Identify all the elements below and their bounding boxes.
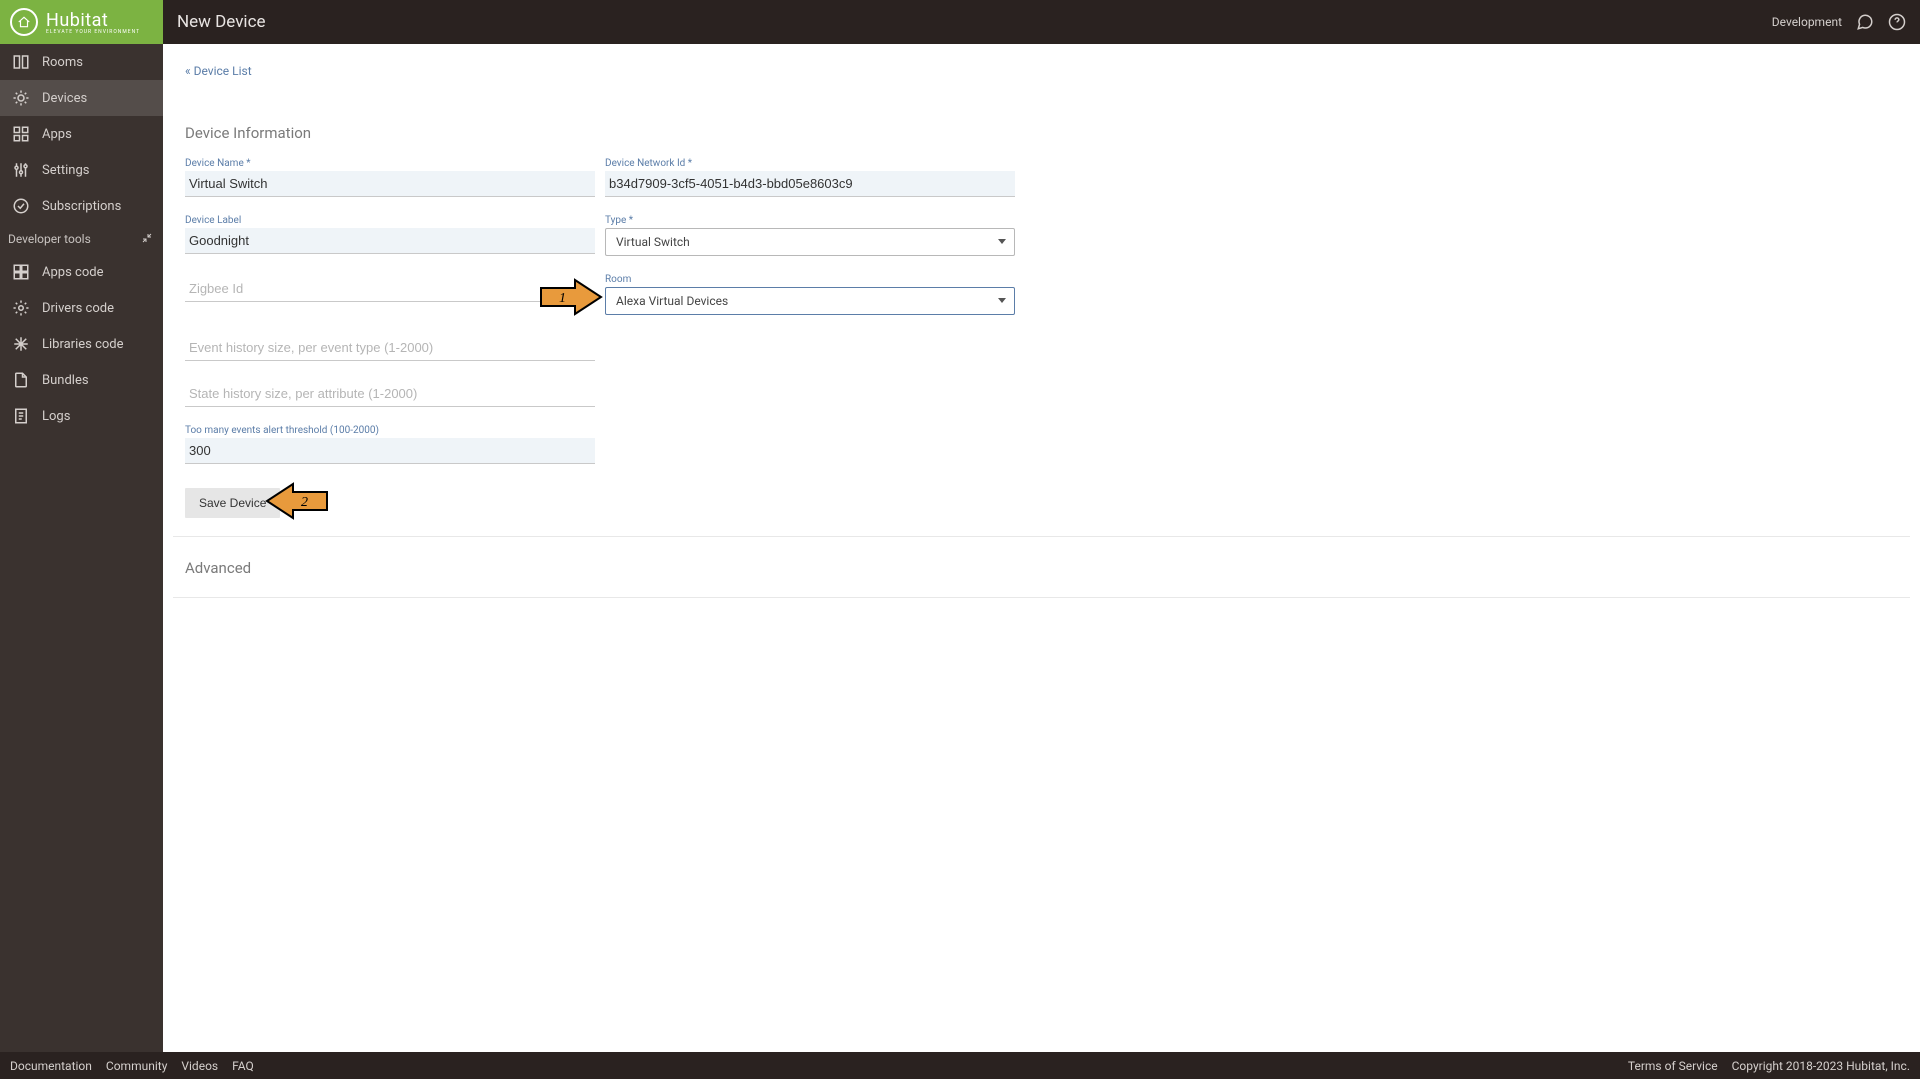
developer-tools-header[interactable]: Developer tools	[0, 224, 163, 254]
section-title: Device Information	[185, 124, 1898, 142]
sidebar-item-label: Devices	[42, 91, 87, 106]
device-name-label: Device Name *	[185, 158, 595, 169]
sidebar-item-label: Settings	[42, 163, 89, 178]
type-label: Type *	[605, 215, 1015, 226]
footer-link-community[interactable]: Community	[106, 1059, 167, 1073]
alert-threshold-label: Too many events alert threshold (100-200…	[185, 425, 595, 436]
sidebar-item-label: Logs	[42, 409, 70, 424]
settings-icon	[12, 161, 30, 179]
state-history-field	[185, 379, 595, 407]
room-field: Room Alexa Virtual Devices 1	[605, 274, 1015, 315]
zigbee-id-field	[185, 274, 595, 315]
apps-icon	[12, 125, 30, 143]
developer-tools-label: Developer tools	[8, 232, 91, 246]
alert-threshold-field: Too many events alert threshold (100-200…	[185, 425, 595, 464]
state-history-input[interactable]	[185, 381, 595, 407]
sidebar-item-rooms[interactable]: Rooms	[0, 44, 163, 80]
sidebar-item-label: Subscriptions	[42, 199, 121, 214]
form-grid: Device Name * Device Network Id * Device…	[185, 158, 1898, 464]
device-label-label: Device Label	[185, 215, 595, 226]
sidebar-item-devices[interactable]: Devices	[0, 80, 163, 116]
environment-label: Development	[1772, 15, 1842, 29]
device-label-input[interactable]	[185, 228, 595, 254]
save-row: Save Device 2	[185, 488, 1898, 518]
sidebar-item-label: Rooms	[42, 55, 83, 70]
chevron-down-icon	[998, 239, 1006, 244]
logo-subtext: ELEVATE YOUR ENVIRONMENT	[46, 29, 140, 35]
sidebar-item-apps[interactable]: Apps	[0, 116, 163, 152]
device-name-field: Device Name *	[185, 158, 595, 197]
footer-link-faq[interactable]: FAQ	[232, 1059, 254, 1073]
type-field: Type * Virtual Switch	[605, 215, 1015, 256]
logo-text-wrap: Hubitat ELEVATE YOUR ENVIRONMENT	[46, 10, 140, 35]
breadcrumb-link-device-list[interactable]: « Device List	[185, 64, 252, 78]
footer: Documentation Community Videos FAQ Terms…	[0, 1052, 1920, 1079]
sidebar-item-label: Bundles	[42, 373, 89, 388]
chevron-down-icon	[998, 298, 1006, 303]
main-content: « Device List Device Information Device …	[163, 44, 1920, 1052]
logo-text: Hubitat	[46, 10, 140, 31]
sidebar-item-bundles[interactable]: Bundles	[0, 362, 163, 398]
device-network-id-input[interactable]	[605, 171, 1015, 197]
footer-link-documentation[interactable]: Documentation	[10, 1059, 92, 1073]
chat-icon[interactable]	[1856, 13, 1874, 31]
room-select[interactable]: Alexa Virtual Devices	[605, 287, 1015, 315]
rooms-icon	[12, 53, 30, 71]
zigbee-id-input[interactable]	[185, 276, 595, 302]
sidebar-item-label: Libraries code	[42, 337, 124, 352]
breadcrumb: « Device List	[185, 58, 1898, 98]
footer-left: Documentation Community Videos FAQ	[10, 1059, 254, 1073]
sidebar: Rooms Devices Apps Settings Subscription…	[0, 44, 163, 1052]
sidebar-item-subscriptions[interactable]: Subscriptions	[0, 188, 163, 224]
subscriptions-icon	[12, 197, 30, 215]
page-title: New Device	[177, 12, 265, 32]
footer-link-terms[interactable]: Terms of Service	[1628, 1059, 1718, 1073]
logo[interactable]: Hubitat ELEVATE YOUR ENVIRONMENT	[0, 0, 163, 44]
device-network-id-field: Device Network Id *	[605, 158, 1015, 197]
sidebar-item-label: Apps	[42, 127, 72, 142]
sidebar-item-settings[interactable]: Settings	[0, 152, 163, 188]
device-info-card: « Device List Device Information Device …	[173, 54, 1910, 537]
collapse-icon[interactable]	[141, 232, 153, 244]
annotation-arrow-1: 1	[539, 278, 603, 316]
bundles-icon	[12, 371, 30, 389]
libraries-code-icon	[12, 335, 30, 353]
topbar-right: Development	[1772, 13, 1920, 31]
type-select-value: Virtual Switch	[616, 235, 690, 249]
svg-text:1: 1	[559, 291, 566, 306]
footer-link-videos[interactable]: Videos	[181, 1059, 218, 1073]
alert-threshold-input[interactable]	[185, 438, 595, 464]
device-network-id-label: Device Network Id *	[605, 158, 1015, 169]
sidebar-item-label: Drivers code	[42, 301, 114, 316]
topbar: Hubitat ELEVATE YOUR ENVIRONMENT New Dev…	[0, 0, 1920, 44]
advanced-title: Advanced	[185, 559, 251, 577]
sidebar-item-logs[interactable]: Logs	[0, 398, 163, 434]
apps-code-icon	[12, 263, 30, 281]
logo-badge-icon	[10, 8, 38, 36]
svg-text:2: 2	[301, 495, 308, 510]
footer-right: Terms of Service Copyright 2018-2023 Hub…	[1628, 1059, 1910, 1073]
annotation-arrow-2: 2	[265, 482, 329, 520]
event-history-input[interactable]	[185, 335, 595, 361]
sidebar-item-drivers-code[interactable]: Drivers code	[0, 290, 163, 326]
sidebar-item-apps-code[interactable]: Apps code	[0, 254, 163, 290]
room-select-value: Alexa Virtual Devices	[616, 294, 728, 308]
sidebar-item-libraries-code[interactable]: Libraries code	[0, 326, 163, 362]
type-select[interactable]: Virtual Switch	[605, 228, 1015, 256]
device-label-field: Device Label	[185, 215, 595, 256]
help-icon[interactable]	[1888, 13, 1906, 31]
logs-icon	[12, 407, 30, 425]
footer-copyright: Copyright 2018-2023 Hubitat, Inc.	[1732, 1059, 1910, 1073]
room-label: Room	[605, 274, 1015, 285]
advanced-section[interactable]: Advanced	[173, 539, 1910, 598]
sidebar-item-label: Apps code	[42, 265, 103, 280]
drivers-code-icon	[12, 299, 30, 317]
device-name-input[interactable]	[185, 171, 595, 197]
devices-icon	[12, 89, 30, 107]
event-history-field	[185, 333, 595, 361]
